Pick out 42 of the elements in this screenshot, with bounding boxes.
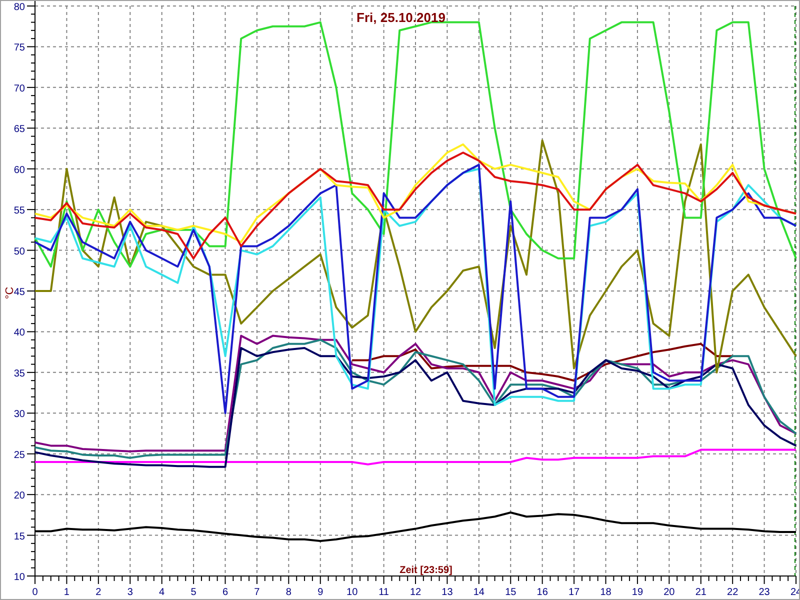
x-tick-label: 0 <box>32 587 38 598</box>
x-tick-label: 9 <box>318 587 324 598</box>
x-tick-label: 3 <box>127 587 133 598</box>
y-tick-label: 50 <box>14 246 25 258</box>
y-tick-label: 35 <box>14 368 25 380</box>
y-tick-label: 20 <box>14 490 25 502</box>
x-tick-label: 2 <box>96 587 102 598</box>
x-tick-label: 15 <box>505 587 516 598</box>
y-tick-label: 70 <box>14 83 25 94</box>
x-tick-label: 7 <box>254 587 260 598</box>
y-tick-label: 75 <box>14 42 25 54</box>
x-tick-label: 4 <box>159 587 165 598</box>
y-tick-label: 10 <box>14 572 25 583</box>
y-tick-label: 45 <box>14 287 25 298</box>
chart-title: Fri, 25.10.2019 <box>356 10 446 25</box>
y-tick-label: 60 <box>14 164 25 176</box>
y-tick-label: 40 <box>14 328 25 339</box>
x-tick-label: 5 <box>190 587 196 598</box>
y-tick-label: 30 <box>14 409 25 420</box>
x-tick-label: 14 <box>473 587 484 598</box>
y-tick-label: 15 <box>14 531 25 542</box>
x-tick-label: 18 <box>600 587 612 598</box>
x-tick-label: 10 <box>346 587 358 598</box>
x-tick-label: 6 <box>222 587 228 598</box>
x-tick-label: 20 <box>664 587 675 598</box>
x-tick-label: 22 <box>727 587 738 598</box>
y-tick-label: 80 <box>14 2 25 13</box>
x-tick-label: 21 <box>695 587 706 598</box>
x-tick-label: 11 <box>378 587 389 598</box>
x-tick-label: 23 <box>758 587 770 598</box>
x-tick-label: 24 <box>790 587 800 598</box>
x-tick-label: 19 <box>632 587 644 598</box>
x-tick-label: 17 <box>568 587 580 598</box>
x-axis-title: Zeit [23:59] <box>400 565 452 576</box>
x-tick-label: 16 <box>536 587 548 598</box>
x-tick-label: 12 <box>410 587 422 598</box>
y-tick-label: 55 <box>14 206 25 217</box>
x-tick-label: 13 <box>442 587 453 598</box>
x-tick-label: 8 <box>286 587 292 598</box>
y-tick-label: 65 <box>14 124 25 136</box>
y-tick-label: 25 <box>14 450 25 461</box>
x-tick-label: 1 <box>64 587 70 598</box>
